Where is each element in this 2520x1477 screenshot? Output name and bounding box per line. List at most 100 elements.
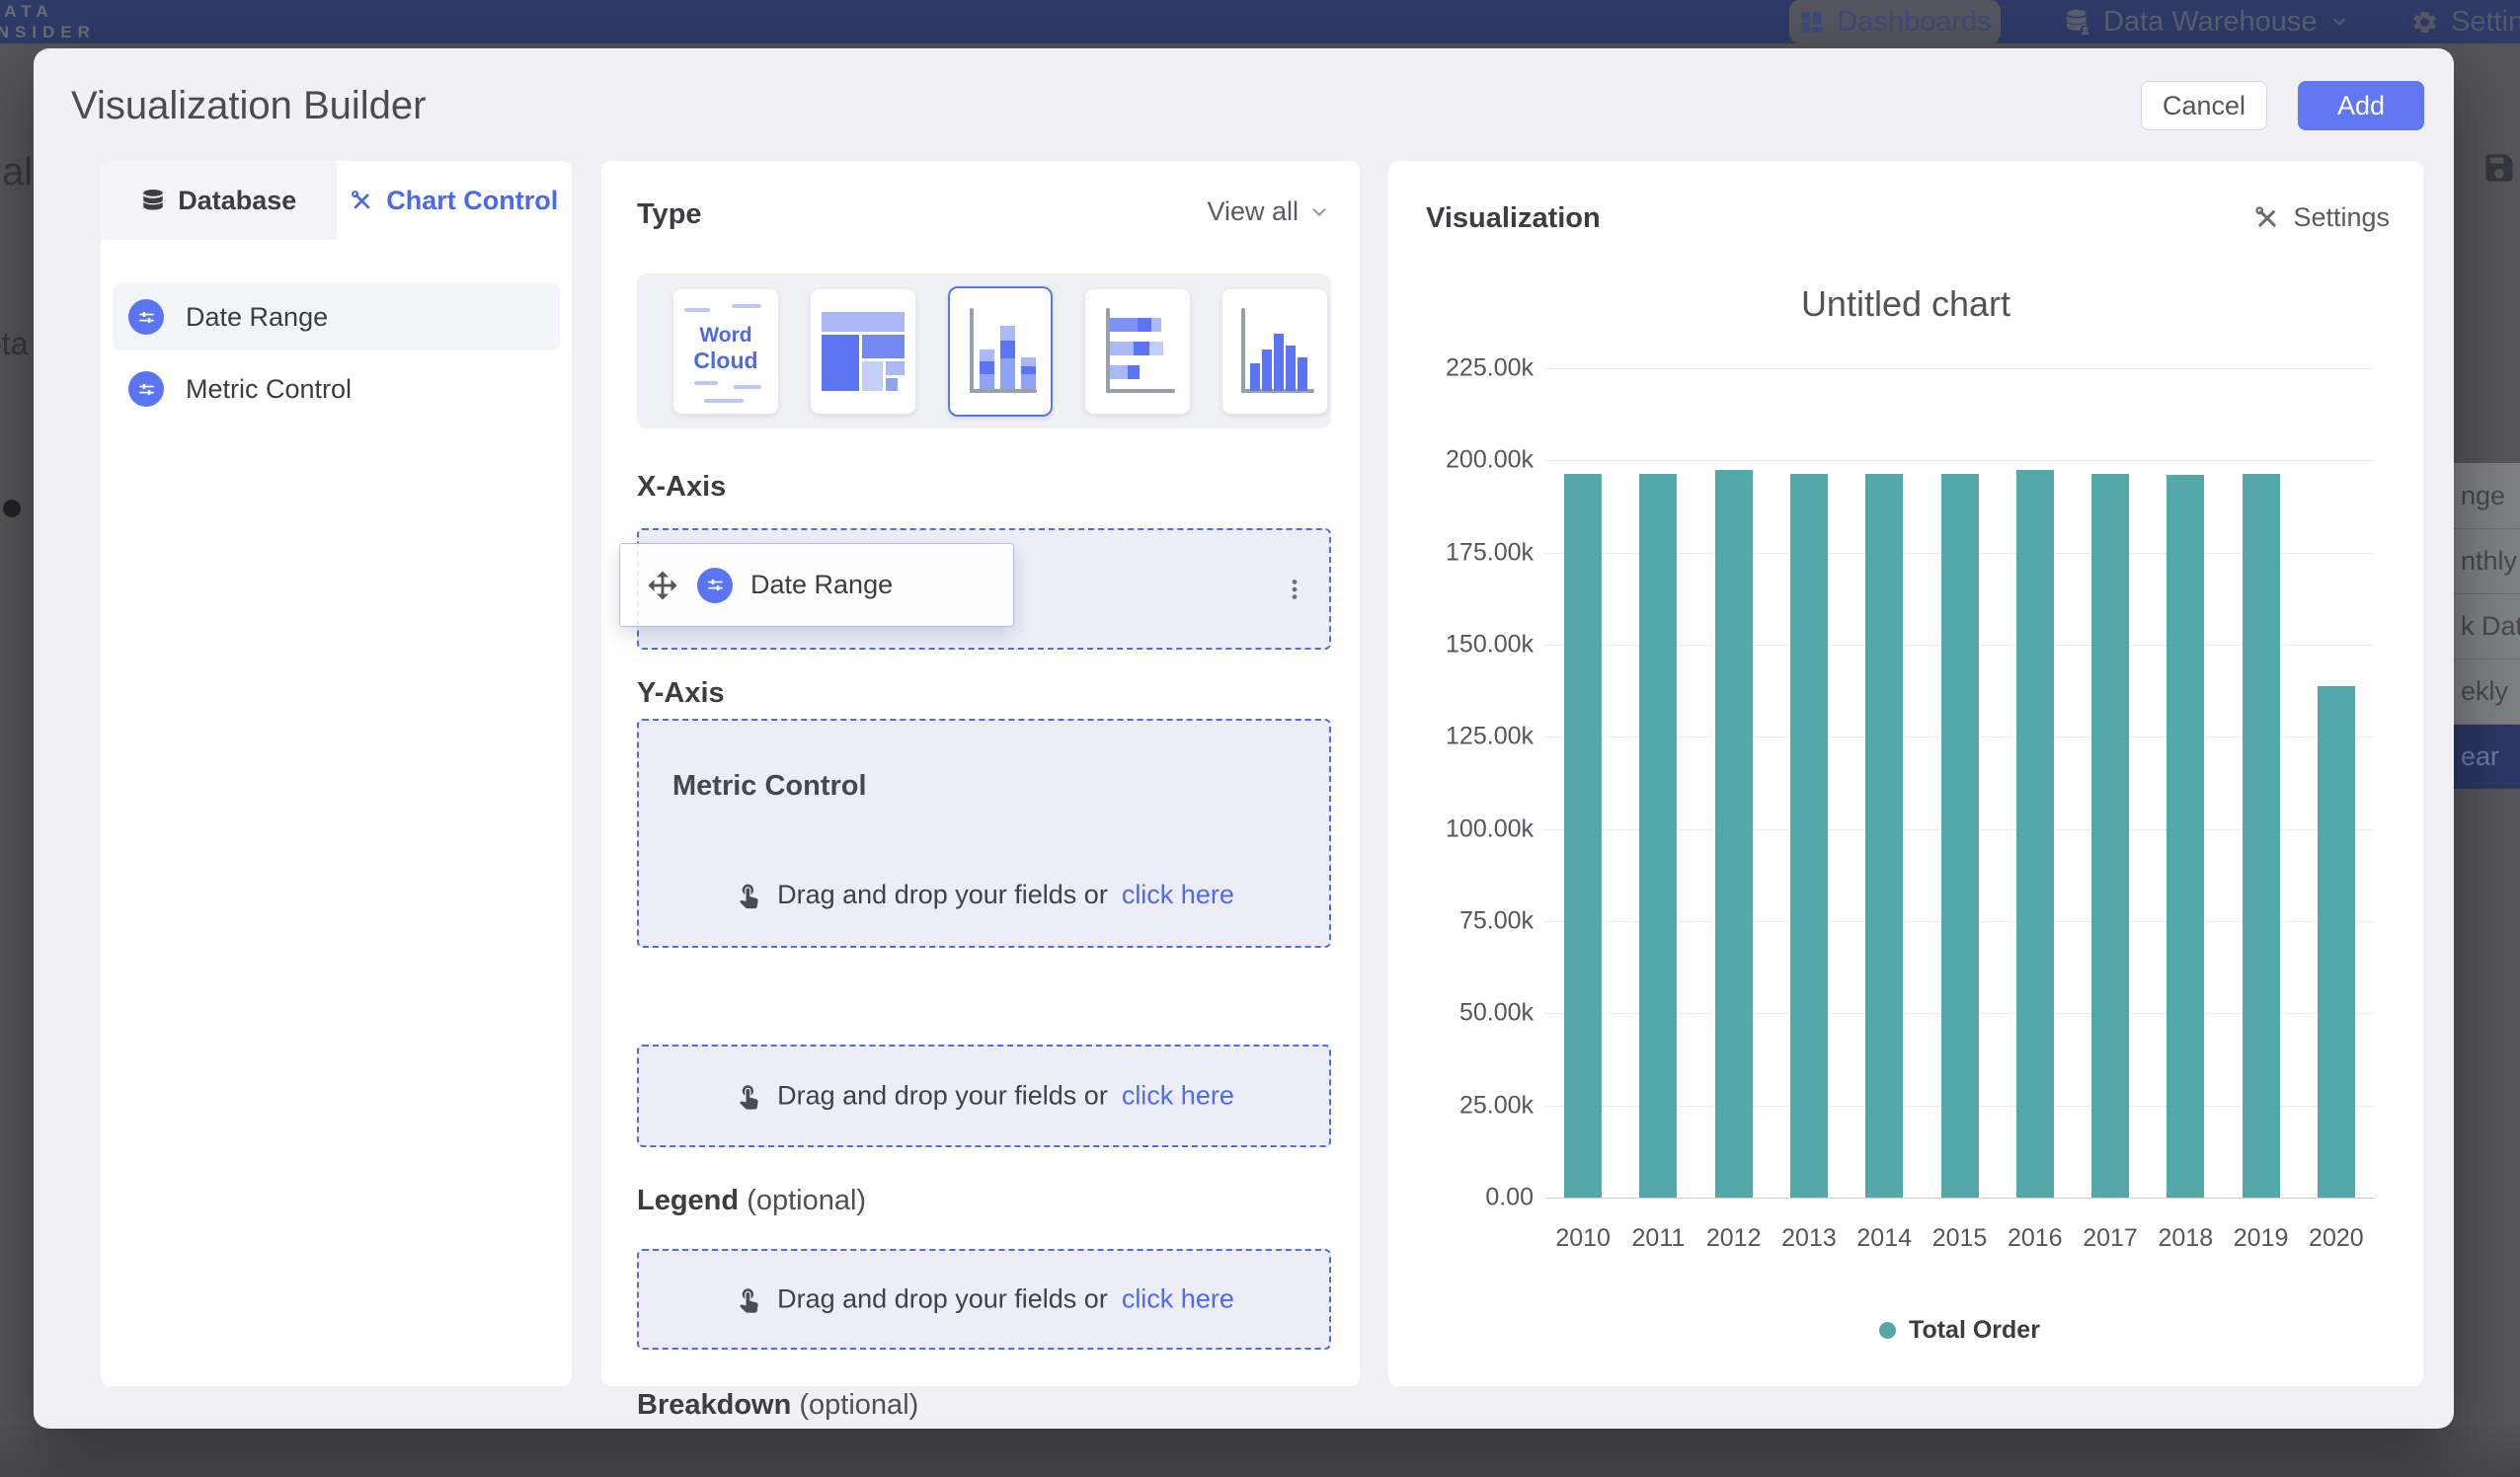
tools-icon — [2253, 204, 2281, 232]
date-range-drag-chip[interactable]: Date Range — [619, 543, 1014, 627]
legend-dropzone[interactable]: Drag and drop your fields or click here — [637, 1045, 1331, 1147]
chart-x-axis-labels: 2010 2011 2012 2013 2014 2015 2016 2017 2018 2019… — [1545, 1224, 2374, 1254]
chart-gridline — [1545, 460, 2374, 461]
nav-item-label: Dashboards — [1837, 6, 1991, 39]
gear-icon — [2410, 8, 2439, 37]
builder-panel: Type View all Word Cloud — [601, 161, 1360, 1386]
bg-dropdown-item-selected: ear — [2454, 724, 2520, 789]
panel-tabbar: Database Chart Control — [101, 161, 572, 240]
x-tick-label: 2017 — [2083, 1224, 2138, 1253]
nav-item-data-warehouse: Data Warehouse — [2064, 0, 2349, 43]
word-cloud-thumbnail: Word Cloud — [674, 290, 777, 413]
chart-y-axis-labels: 225.00k200.00k175.00k150.00k125.00k100.0… — [1388, 368, 1534, 1198]
chevron-down-icon — [1308, 201, 1330, 223]
chart-bar-2018 — [2166, 475, 2204, 1198]
view-all-label: View all — [1207, 196, 1299, 227]
brand-logo-line2: INSIDER — [0, 22, 96, 42]
x-tick-label: 2011 — [1632, 1224, 1686, 1253]
visualization-header: Visualization — [1426, 202, 1601, 235]
legend-section-label: Legend (optional) — [637, 1185, 866, 1217]
view-all-button[interactable]: View all — [1207, 196, 1330, 227]
drop-hint: Drag and drop your fields or click here — [639, 1081, 1329, 1112]
chart-type-treemap[interactable] — [811, 289, 915, 414]
field-list: Date Range Metric Control — [101, 240, 572, 423]
chart-bar-2017 — [2091, 474, 2129, 1198]
breakdown-dropzone[interactable]: Drag and drop your fields orclick here — [637, 1249, 1331, 1350]
cancel-button[interactable]: Cancel — [2141, 81, 2267, 130]
x-tick-label: 2018 — [2159, 1224, 2214, 1253]
x-tick-label: 2016 — [2008, 1224, 2063, 1253]
settings-button[interactable]: Settings — [2253, 202, 2390, 233]
chart-bar-2010 — [1564, 474, 1602, 1198]
bg-text-fragment: ota — [0, 326, 34, 362]
y-tick-label: 75.00k — [1459, 906, 1534, 935]
y-axis-dropzone[interactable]: Metric Control Drag and drop your fields… — [637, 719, 1331, 948]
x-tick-label: 2012 — [1706, 1224, 1762, 1253]
tab-database[interactable]: Database — [101, 161, 337, 240]
x-tick-label: 2015 — [1932, 1224, 1988, 1253]
bg-dropdown-item: nge — [2454, 463, 2520, 528]
sliders-icon — [697, 568, 733, 603]
y-axis-label: Y-Axis — [637, 677, 725, 710]
chart-type-strip: Word Cloud — [637, 273, 1331, 428]
type-section-label: Type — [637, 198, 702, 231]
field-metric-control[interactable]: Metric Control — [113, 355, 560, 423]
chart-bar-2016 — [2016, 470, 2054, 1198]
tab-chart-control[interactable]: Chart Control — [337, 161, 573, 240]
hand-click-icon — [734, 881, 763, 910]
hand-click-icon — [734, 1284, 763, 1314]
breakdown-section-label: Breakdown (optional) — [637, 1389, 918, 1422]
x-tick-label: 2010 — [1555, 1224, 1611, 1253]
field-date-range[interactable]: Date Range — [113, 283, 560, 350]
chart-type-stacked-bar[interactable] — [1085, 289, 1190, 414]
y-tick-label: 175.00k — [1446, 538, 1534, 567]
y-tick-label: 150.00k — [1446, 630, 1534, 659]
click-here-link[interactable]: click here — [1122, 1081, 1234, 1112]
chart-type-word-cloud[interactable]: Word Cloud — [673, 289, 778, 414]
kebab-menu-icon[interactable] — [1282, 577, 1307, 602]
chart-plot — [1545, 368, 2374, 1198]
chart-bar-2015 — [1941, 474, 1979, 1198]
x-tick-label: 2013 — [1781, 1224, 1837, 1253]
fields-panel: Database Chart Control — [101, 161, 572, 1386]
chart-legend: Total Order — [1545, 1316, 2374, 1345]
drop-hint: Drag and drop your fields orclick here — [639, 1284, 1329, 1315]
click-here-link[interactable]: click here — [1122, 880, 1234, 910]
y-tick-label: 0.00 — [1485, 1184, 1534, 1212]
chevron-down-icon — [2329, 12, 2349, 32]
nav-item-label: Data Warehouse — [2103, 6, 2318, 39]
x-tick-label: 2014 — [1856, 1224, 1912, 1253]
brand-logo: DATA INSIDER — [0, 1, 96, 42]
optional-tag: (optional) — [747, 1185, 866, 1216]
chart-bar-2020 — [2318, 686, 2355, 1198]
click-here-link[interactable]: click here — [1122, 1284, 1234, 1315]
database-user-icon — [2064, 8, 2091, 36]
x-tick-label: 2019 — [2234, 1224, 2289, 1253]
nav-item-label: Settings — [2451, 6, 2520, 39]
visualization-builder-modal: Visualization Builder Cancel Add Databas… — [34, 48, 2454, 1429]
brand-logo-line1: DATA — [0, 1, 96, 22]
chip-label: Date Range — [750, 570, 893, 600]
bg-bottom-strip — [0, 1426, 2520, 1477]
y-tick-label: 125.00k — [1446, 723, 1534, 751]
tools-icon — [350, 189, 374, 213]
settings-label: Settings — [2293, 202, 2390, 233]
chart-type-stacked-column[interactable] — [948, 286, 1053, 417]
dashboard-grid-icon — [1798, 9, 1825, 36]
chart-title: Untitled chart — [1388, 283, 2423, 325]
bg-bullet-dot — [3, 500, 21, 517]
bg-dropdown-item: ekly — [2454, 659, 2520, 724]
chart-bar-2014 — [1865, 474, 1903, 1198]
add-button[interactable]: Add — [2298, 81, 2424, 130]
bg-dropdown-menu: nge nthly k Date ekly ear — [2454, 463, 2520, 789]
chart-type-column[interactable] — [1222, 289, 1327, 414]
save-icon — [2481, 150, 2517, 186]
drop-hint-text: Drag and drop your fields or — [777, 880, 1108, 910]
visualization-panel: Visualization Settings Untitled chart 22… — [1388, 161, 2423, 1386]
y-axis-zone-title: Metric Control — [672, 770, 867, 803]
field-label: Metric Control — [186, 374, 352, 405]
x-tick-label: 2020 — [2309, 1224, 2364, 1253]
nav-item-settings: Settings — [2410, 0, 2520, 43]
chart-bar-2013 — [1790, 474, 1828, 1198]
top-navbar: DATA INSIDER Dashboards Data Warehouse — [0, 0, 2520, 43]
